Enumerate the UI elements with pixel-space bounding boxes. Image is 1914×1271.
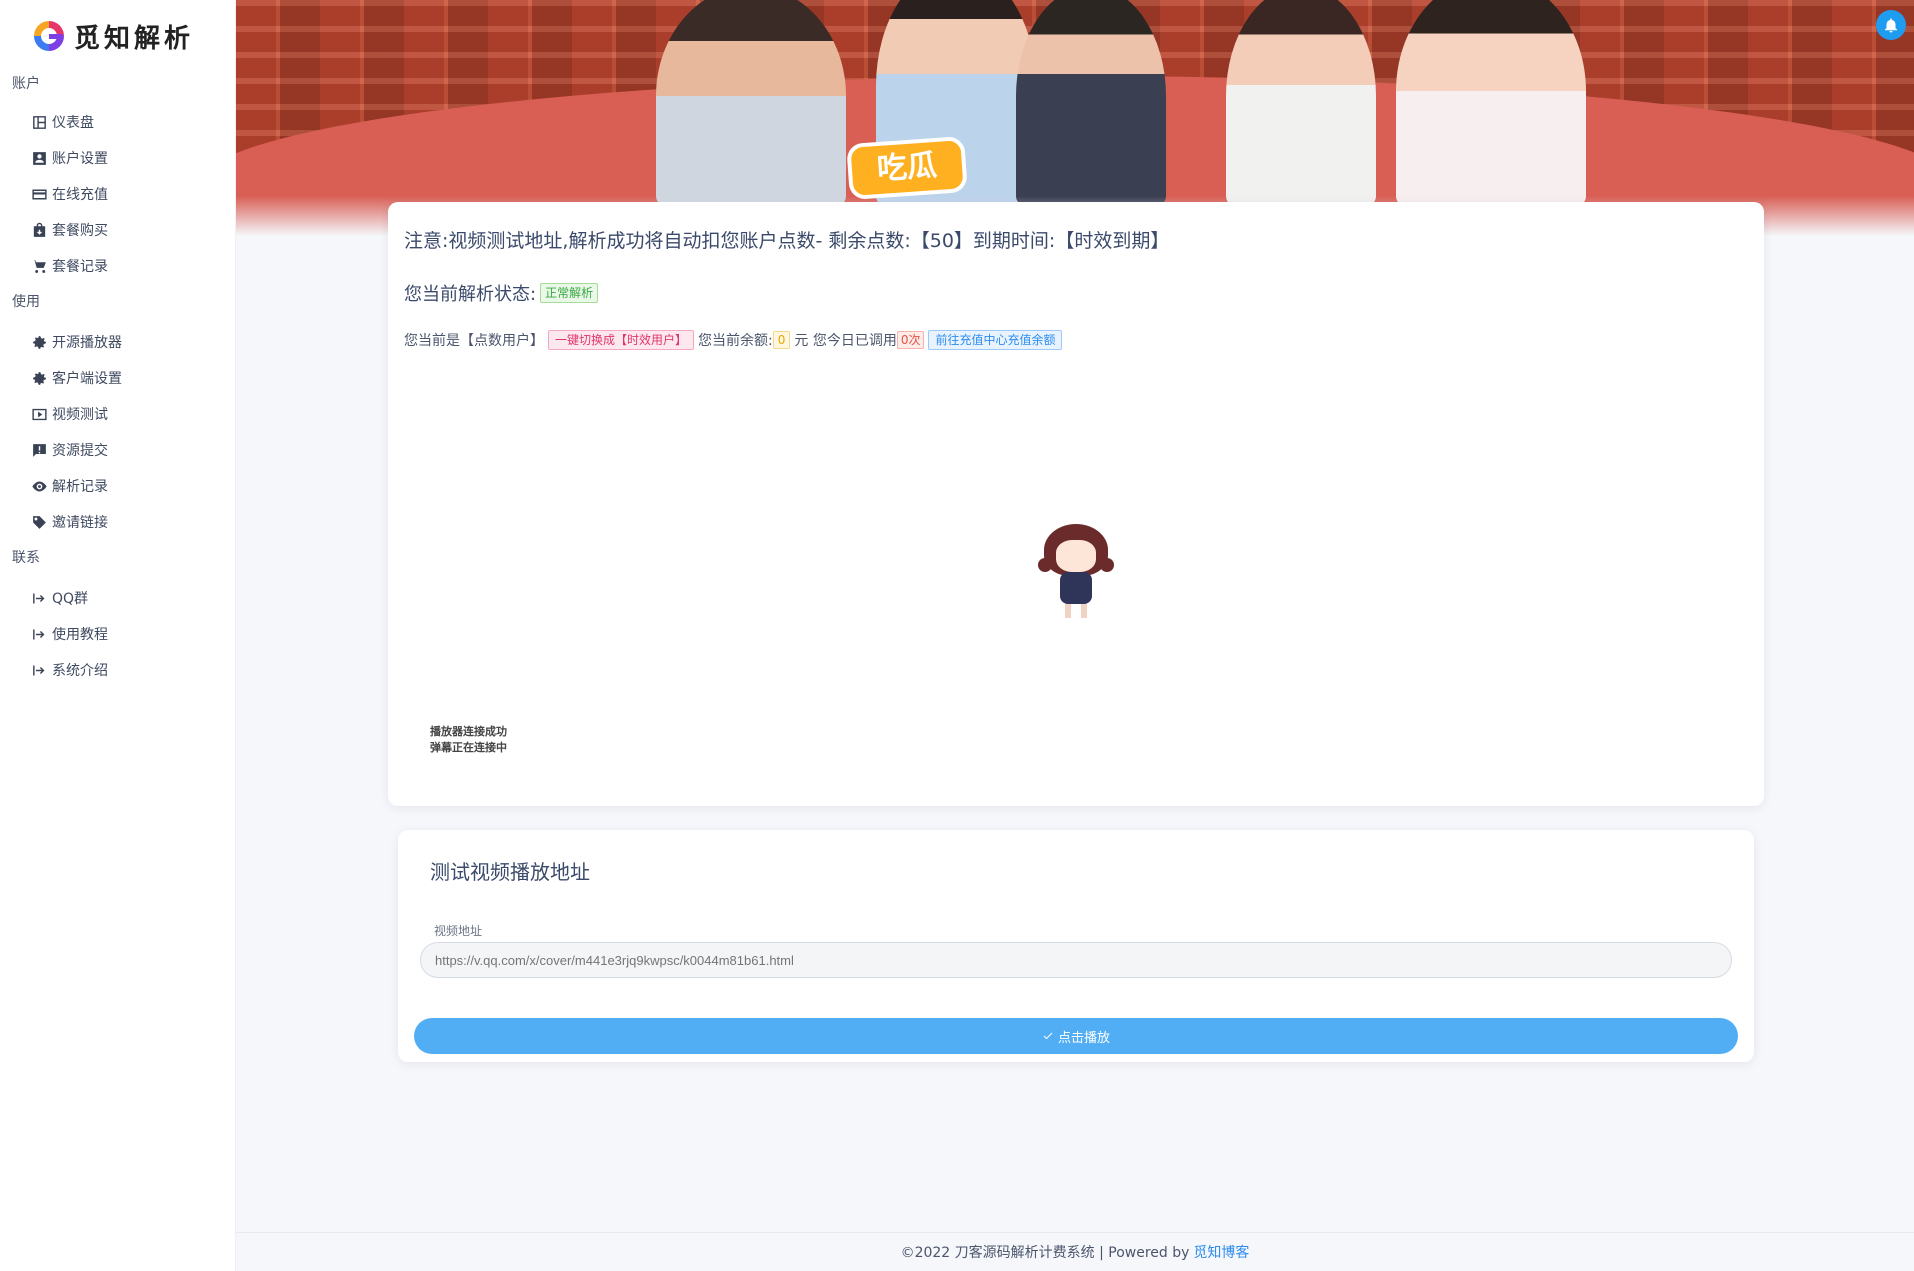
account-box-icon bbox=[30, 149, 48, 167]
banner-person bbox=[1396, 0, 1586, 206]
footer-text: ©2022 刀客源码解析计费系统 | Powered by bbox=[900, 1245, 1190, 1261]
bell-icon bbox=[1885, 18, 1897, 33]
brand[interactable]: 觅知解析 bbox=[0, 0, 235, 72]
sidebar-item-label: 使用教程 bbox=[52, 627, 108, 643]
sidebar-item-label: QQ群 bbox=[52, 591, 89, 607]
nav-section-title: 账户 bbox=[12, 76, 40, 92]
sidebar-item-label: 解析记录 bbox=[52, 479, 108, 495]
footer-blog-link[interactable]: 觅知博客 bbox=[1193, 1242, 1249, 1262]
sidebar: 觅知解析 账户 仪表盘 账户设置 在线充值 套餐购买 套餐记录 使用 开源播放器 bbox=[0, 0, 236, 1271]
sidebar-item-label: 在线充值 bbox=[52, 187, 108, 203]
header-banner: 吃瓜 bbox=[236, 0, 1914, 236]
dashboard-icon bbox=[30, 113, 48, 131]
sidebar-item-label: 客户端设置 bbox=[52, 371, 122, 387]
balance-unit: 元 您今日已调用 bbox=[794, 333, 897, 349]
gear-icon bbox=[30, 369, 48, 387]
parse-status-label: 您当前解析状态: bbox=[404, 284, 537, 305]
sidebar-item-buy-package[interactable]: 套餐购买 bbox=[0, 212, 235, 248]
user-type-text: 您当前是【点数用户】 bbox=[404, 333, 544, 349]
loading-mascot bbox=[1038, 520, 1114, 620]
sidebar-item-parse-records[interactable]: 解析记录 bbox=[0, 468, 235, 504]
sidebar-item-label: 账户设置 bbox=[52, 151, 108, 167]
balance-label: 您当前余额: bbox=[698, 333, 773, 349]
banner-badge: 吃瓜 bbox=[850, 140, 964, 196]
sidebar-item-video-test[interactable]: 视频测试 bbox=[0, 396, 235, 432]
brand-name: 觅知解析 bbox=[74, 23, 195, 54]
sidebar-item-recharge[interactable]: 在线充值 bbox=[0, 176, 235, 212]
sidebar-item-package-records[interactable]: 套餐记录 bbox=[0, 248, 235, 284]
brand-logo-icon bbox=[34, 21, 64, 51]
calls-today-badge: 0次 bbox=[896, 331, 925, 349]
nav-section-title: 联系 bbox=[12, 550, 40, 566]
notice-text: 注意:视频测试地址,解析成功将自动扣您账户点数- 剩余点数:【50】到期时间:【… bbox=[404, 230, 1170, 252]
arrow-right-icon bbox=[30, 661, 48, 679]
sidebar-item-dashboard[interactable]: 仪表盘 bbox=[0, 104, 235, 140]
play-button[interactable]: 点击播放 bbox=[414, 1018, 1738, 1054]
recharge-link[interactable]: 前往充值中心充值余额 bbox=[928, 330, 1063, 350]
credit-card-icon bbox=[30, 185, 48, 203]
notification-bell-button[interactable] bbox=[1876, 10, 1906, 40]
video-url-label: 视频地址 bbox=[434, 924, 483, 938]
banner-person bbox=[656, 0, 846, 206]
alert-icon bbox=[30, 441, 48, 459]
sidebar-item-label: 开源播放器 bbox=[52, 335, 122, 351]
sidebar-item-label: 邀请链接 bbox=[52, 515, 108, 531]
sidebar-item-qq-group[interactable]: QQ群 bbox=[0, 580, 235, 616]
sidebar-item-label: 资源提交 bbox=[52, 443, 108, 459]
nav-list-contact: QQ群 使用教程 系统介绍 bbox=[0, 580, 235, 688]
sidebar-item-client-settings[interactable]: 客户端设置 bbox=[0, 360, 235, 396]
sidebar-item-label: 仪表盘 bbox=[52, 115, 94, 131]
account-info-line: 您当前是【点数用户】 一键切换成【时效用户】 您当前余额: 0 元 您今日已调用… bbox=[404, 330, 1063, 350]
eye-icon bbox=[30, 477, 48, 495]
footer: ©2022 刀客源码解析计费系统 | Powered by 觅知博客 bbox=[236, 1232, 1914, 1271]
nav-list-usage: 开源播放器 客户端设置 视频测试 资源提交 解析记录 邀请链接 bbox=[0, 324, 235, 540]
sidebar-item-system-intro[interactable]: 系统介绍 bbox=[0, 652, 235, 688]
sidebar-item-submit-resource[interactable]: 资源提交 bbox=[0, 432, 235, 468]
player-status-messages: 播放器连接成功 弹幕正在连接中 bbox=[430, 724, 507, 756]
player-card: 注意:视频测试地址,解析成功将自动扣您账户点数- 剩余点数:【50】到期时间:【… bbox=[388, 202, 1764, 806]
play-button-label: 点击播放 bbox=[1057, 1029, 1110, 1045]
sidebar-item-label: 系统介绍 bbox=[52, 663, 108, 679]
balance-value: 0 bbox=[772, 331, 791, 349]
sidebar-item-label: 套餐购买 bbox=[52, 223, 108, 239]
sidebar-item-label: 套餐记录 bbox=[52, 259, 108, 275]
cart-icon bbox=[30, 257, 48, 275]
sidebar-item-invite-link[interactable]: 邀请链接 bbox=[0, 504, 235, 540]
sidebar-item-account-settings[interactable]: 账户设置 bbox=[0, 140, 235, 176]
nav-section-title: 使用 bbox=[12, 294, 40, 310]
banner-person bbox=[1226, 0, 1376, 206]
danmaku-connecting-text: 弹幕正在连接中 bbox=[430, 741, 507, 754]
check-icon bbox=[1043, 1032, 1053, 1040]
card-title: 测试视频播放地址 bbox=[430, 860, 590, 884]
arrow-right-icon bbox=[30, 625, 48, 643]
shopping-bag-icon bbox=[30, 221, 48, 239]
sidebar-item-open-player[interactable]: 开源播放器 bbox=[0, 324, 235, 360]
player-connected-text: 播放器连接成功 bbox=[430, 725, 507, 738]
switch-user-type-button[interactable]: 一键切换成【时效用户】 bbox=[548, 330, 695, 350]
tag-icon bbox=[30, 513, 48, 531]
parse-status-line: 您当前解析状态: 正常解析 bbox=[404, 280, 599, 306]
banner-person bbox=[1016, 0, 1166, 206]
sidebar-item-label: 视频测试 bbox=[52, 407, 108, 423]
sidebar-item-tutorial[interactable]: 使用教程 bbox=[0, 616, 235, 652]
video-url-input[interactable] bbox=[420, 942, 1732, 978]
nav-list-account: 仪表盘 账户设置 在线充值 套餐购买 套餐记录 bbox=[0, 104, 235, 284]
video-icon bbox=[30, 405, 48, 423]
test-video-card: 测试视频播放地址 视频地址 点击播放 bbox=[398, 830, 1754, 1062]
gear-icon bbox=[30, 333, 48, 351]
status-badge: 正常解析 bbox=[540, 283, 599, 303]
arrow-right-icon bbox=[30, 589, 48, 607]
